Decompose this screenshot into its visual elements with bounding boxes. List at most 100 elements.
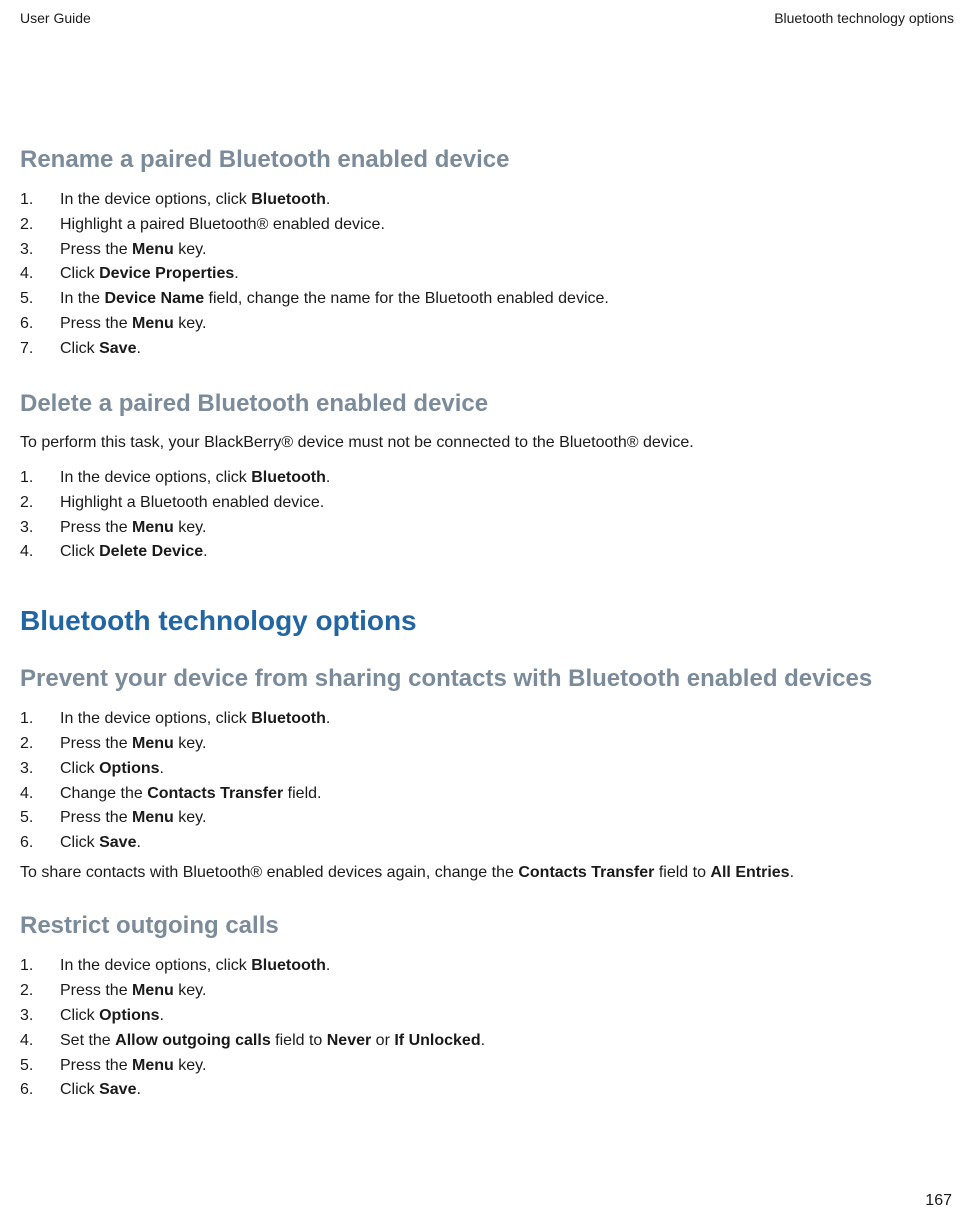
step-text: . <box>234 265 238 282</box>
step-item: In the device options, click Bluetooth. <box>20 954 954 979</box>
step-text: . <box>136 1081 140 1098</box>
step-text: Press the <box>60 809 132 826</box>
step-text: . <box>326 710 330 727</box>
step-item: Highlight a paired Bluetooth® enabled de… <box>20 213 954 238</box>
step-text: or <box>371 1032 394 1049</box>
step-text: key. <box>174 241 207 258</box>
step-item: Change the Contacts Transfer field. <box>20 782 954 807</box>
step-bold: Bluetooth <box>251 191 326 208</box>
step-bold: Delete Device <box>99 543 203 560</box>
step-bold: Device Properties <box>99 265 234 282</box>
steps-restrict: In the device options, click Bluetooth.P… <box>20 954 954 1103</box>
outro-text: field to <box>654 864 710 881</box>
step-bold: Device Name <box>104 290 204 307</box>
step-bold: Bluetooth <box>251 710 326 727</box>
step-bold: Allow outgoing calls <box>115 1032 271 1049</box>
outro-text: To share contacts with Bluetooth® enable… <box>20 864 518 881</box>
section-title-prevent: Prevent your device from sharing contact… <box>20 665 954 693</box>
step-text: In the device options, click <box>60 957 251 974</box>
step-text: Press the <box>60 315 132 332</box>
step-text: . <box>481 1032 485 1049</box>
step-text: key. <box>174 982 207 999</box>
step-item: Press the Menu key. <box>20 312 954 337</box>
delete-intro: To perform this task, your BlackBerry® d… <box>20 432 954 454</box>
step-item: Click Device Properties. <box>20 262 954 287</box>
step-item: In the device options, click Bluetooth. <box>20 707 954 732</box>
outro-bold-1: Contacts Transfer <box>518 864 654 881</box>
step-text: Click <box>60 265 99 282</box>
outro-text: . <box>790 864 794 881</box>
step-item: Press the Menu key. <box>20 516 954 541</box>
step-text: Click <box>60 1081 99 1098</box>
section-title-delete: Delete a paired Bluetooth enabled device <box>20 390 954 418</box>
step-bold: Menu <box>132 241 174 258</box>
step-text: key. <box>174 315 207 332</box>
step-text: Press the <box>60 1057 132 1074</box>
step-item: Click Options. <box>20 757 954 782</box>
step-text: . <box>160 760 164 777</box>
step-text: field. <box>283 785 321 802</box>
step-item: Set the Allow outgoing calls field to Ne… <box>20 1029 954 1054</box>
step-bold: Menu <box>132 809 174 826</box>
step-item: Click Delete Device. <box>20 540 954 565</box>
step-text: . <box>203 543 207 560</box>
step-bold: Save <box>99 1081 136 1098</box>
steps-prevent: In the device options, click Bluetooth.P… <box>20 707 954 856</box>
step-item: Highlight a Bluetooth enabled device. <box>20 491 954 516</box>
step-item: In the Device Name field, change the nam… <box>20 287 954 312</box>
step-text: Press the <box>60 241 132 258</box>
step-text: Click <box>60 1007 99 1024</box>
step-bold: Contacts Transfer <box>147 785 283 802</box>
step-bold: Options <box>99 760 159 777</box>
step-bold: Never <box>327 1032 371 1049</box>
section-heading-options: Bluetooth technology options <box>20 605 954 637</box>
page-content: Rename a paired Bluetooth enabled device… <box>0 26 974 1103</box>
step-text: field to <box>271 1032 327 1049</box>
step-text: In the device options, click <box>60 191 251 208</box>
section-title-rename: Rename a paired Bluetooth enabled device <box>20 146 954 174</box>
step-text: Click <box>60 834 99 851</box>
step-item: Click Save. <box>20 831 954 856</box>
step-item: Press the Menu key. <box>20 1054 954 1079</box>
step-text: field, change the name for the Bluetooth… <box>204 290 609 307</box>
step-bold: Menu <box>132 519 174 536</box>
step-bold: Bluetooth <box>251 469 326 486</box>
step-text: Click <box>60 543 99 560</box>
step-item: Click Options. <box>20 1004 954 1029</box>
step-text: In the <box>60 290 104 307</box>
step-text: . <box>136 834 140 851</box>
step-item: Click Save. <box>20 337 954 362</box>
step-text: . <box>136 340 140 357</box>
step-bold: Menu <box>132 735 174 752</box>
step-bold: Options <box>99 1007 159 1024</box>
step-text: Highlight a Bluetooth enabled device. <box>60 494 324 511</box>
step-text: Press the <box>60 982 132 999</box>
step-text: . <box>326 469 330 486</box>
step-item: Press the Menu key. <box>20 238 954 263</box>
step-text: . <box>160 1007 164 1024</box>
step-item: In the device options, click Bluetooth. <box>20 466 954 491</box>
step-bold: Save <box>99 834 136 851</box>
outro-bold-2: All Entries <box>710 864 789 881</box>
step-text: In the device options, click <box>60 710 251 727</box>
step-bold: If Unlocked <box>394 1032 480 1049</box>
step-text: . <box>326 957 330 974</box>
step-text: Click <box>60 760 99 777</box>
step-text: key. <box>174 809 207 826</box>
page-header: User Guide Bluetooth technology options <box>0 0 974 26</box>
step-text: key. <box>174 735 207 752</box>
step-bold: Bluetooth <box>251 957 326 974</box>
page-number: 167 <box>925 1192 952 1210</box>
step-bold: Menu <box>132 982 174 999</box>
step-text: Set the <box>60 1032 115 1049</box>
header-right: Bluetooth technology options <box>774 10 954 26</box>
step-text: Change the <box>60 785 147 802</box>
step-text: Press the <box>60 519 132 536</box>
step-bold: Menu <box>132 315 174 332</box>
step-item: Click Save. <box>20 1078 954 1103</box>
step-text: Press the <box>60 735 132 752</box>
step-text: In the device options, click <box>60 469 251 486</box>
step-text: key. <box>174 1057 207 1074</box>
step-item: In the device options, click Bluetooth. <box>20 188 954 213</box>
step-bold: Menu <box>132 1057 174 1074</box>
